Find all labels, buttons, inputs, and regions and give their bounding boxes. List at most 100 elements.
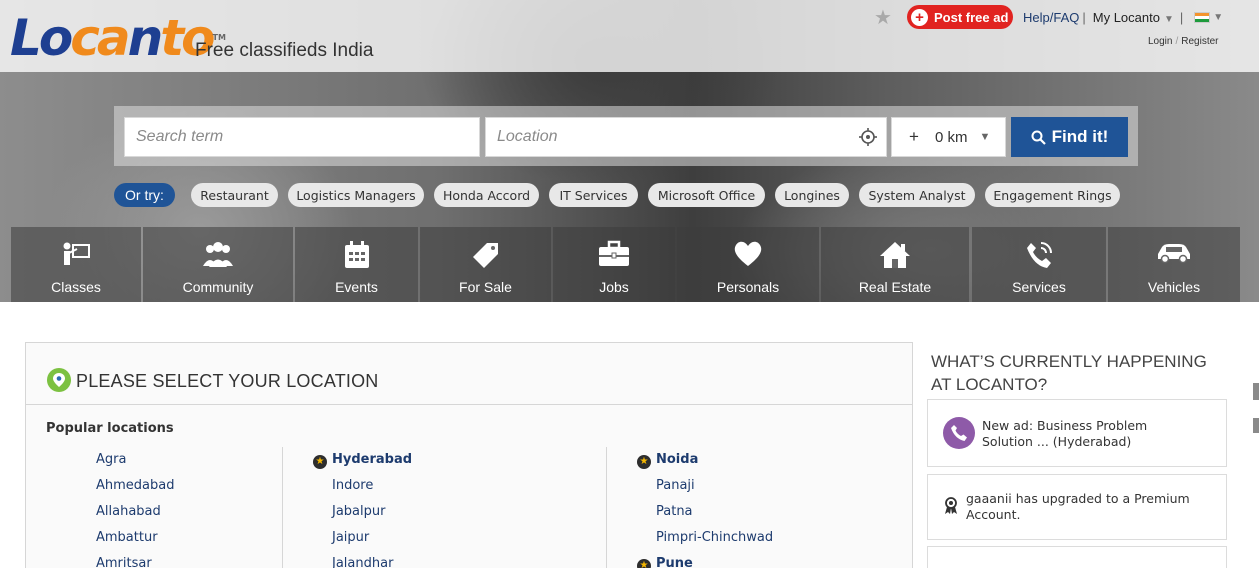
top-links: Help/FAQ | My Locanto ▼ | ▼ xyxy=(1023,10,1223,25)
location-label: Noida xyxy=(656,452,699,467)
category-label: Community xyxy=(182,279,254,295)
locanto-logo[interactable]: LocantoTM xyxy=(10,10,226,66)
car-icon xyxy=(1158,244,1190,264)
tag-icon xyxy=(472,243,498,268)
column-divider xyxy=(282,447,283,568)
suggestion-chip[interactable]: IT Services xyxy=(549,183,638,207)
activity-text: New ad: Business Problem Solution ... (H… xyxy=(982,418,1147,450)
happening-title-line: WHAT’S CURRENTLY HAPPENING xyxy=(931,352,1207,371)
activity-feed-item[interactable] xyxy=(927,546,1227,568)
category-services[interactable]: Services xyxy=(972,227,1106,302)
suggestion-chip[interactable]: Restaurant xyxy=(191,183,278,207)
happening-title-line: AT LOCANTO? xyxy=(931,375,1048,394)
my-locanto-menu[interactable]: My Locanto ▼ xyxy=(1093,10,1174,25)
location-link[interactable]: Jalandhar xyxy=(332,556,393,568)
location-label: Hyderabad xyxy=(332,452,413,467)
radius-select[interactable]: + 0 km ▼ xyxy=(891,117,1006,157)
category-label: Personals xyxy=(716,279,780,295)
star-icon: ★ xyxy=(313,454,327,469)
find-it-button[interactable]: Find it! xyxy=(1011,117,1128,157)
post-free-ad-button[interactable]: + Post free ad xyxy=(907,5,1013,29)
category-jobs[interactable]: Jobs xyxy=(553,227,675,302)
category-real-estate[interactable]: Real Estate xyxy=(821,227,969,302)
suggestion-chip[interactable]: Honda Accord xyxy=(434,183,539,207)
suggestion-chip[interactable]: Microsoft Office xyxy=(648,183,765,207)
activity-text: gaaanii has upgraded to a Premium Accoun… xyxy=(966,491,1190,523)
category-label: Services xyxy=(1012,279,1066,295)
search-term-input[interactable]: Search term xyxy=(124,117,480,157)
hero-banner: LocantoTM Free classifieds India ★ + Pos… xyxy=(0,0,1259,302)
radius-value: 0 km xyxy=(934,128,968,146)
activity-line: gaaanii has upgraded to a Premium xyxy=(966,491,1190,506)
location-link-featured[interactable]: ★ Hyderabad xyxy=(313,452,412,469)
location-link[interactable]: Patna xyxy=(656,504,693,519)
location-link[interactable]: Pimpri-Chinchwad xyxy=(656,530,773,545)
briefcase-icon xyxy=(599,240,629,266)
category-label: Jobs xyxy=(599,279,629,295)
login-link[interactable]: Login xyxy=(1148,36,1172,47)
category-label: Vehicles xyxy=(1147,279,1201,295)
star-icon: ★ xyxy=(637,454,651,469)
location-link-featured[interactable]: ★ Pune xyxy=(637,556,693,568)
favorites-star-icon[interactable]: ★ xyxy=(874,5,892,29)
suggestion-chip[interactable]: Logistics Managers xyxy=(288,183,424,207)
category-classes[interactable]: Classes xyxy=(11,227,141,302)
category-label: Real Estate xyxy=(858,279,932,295)
activity-line: Solution ... (Hyderabad) xyxy=(982,434,1132,449)
location-panel: PLEASE SELECT YOUR LOCATION Popular loca… xyxy=(25,342,913,568)
location-link-featured[interactable]: ★ Noida xyxy=(637,452,698,469)
search-icon xyxy=(1031,130,1046,145)
location-link[interactable]: Jabalpur xyxy=(332,504,385,519)
logo-part: n xyxy=(127,9,164,67)
location-link[interactable]: Amritsar xyxy=(96,556,152,568)
category-label: Events xyxy=(335,279,378,295)
location-link[interactable]: Panaji xyxy=(656,478,695,493)
scrollbar-thumb[interactable] xyxy=(1253,383,1259,400)
activity-feed-item[interactable]: gaaanii has upgraded to a Premium Accoun… xyxy=(927,474,1227,540)
star-icon: ★ xyxy=(637,558,651,568)
location-link[interactable]: Ambattur xyxy=(96,530,158,545)
category-personals[interactable]: Personals xyxy=(677,227,819,302)
activity-line: Account. xyxy=(966,507,1021,522)
location-link[interactable]: Allahabad xyxy=(96,504,161,519)
happening-title: WHAT’S CURRENTLY HAPPENING AT LOCANTO? xyxy=(931,350,1211,396)
post-ad-label: Post free ad xyxy=(934,9,1009,25)
suggestion-chip[interactable]: Engagement Rings xyxy=(985,183,1120,207)
chevron-down-icon: ▼ xyxy=(979,131,991,143)
separator: | xyxy=(1082,10,1086,25)
register-link[interactable]: Register xyxy=(1181,36,1218,47)
premium-badge-icon xyxy=(945,497,957,514)
location-link[interactable]: Indore xyxy=(332,478,373,493)
location-link[interactable]: Agra xyxy=(96,452,126,467)
chevron-down-icon: ▼ xyxy=(1163,14,1174,25)
popular-locations-title: Popular locations xyxy=(46,421,174,436)
category-vehicles[interactable]: Vehicles xyxy=(1108,227,1240,302)
location-label: Pune xyxy=(656,556,693,568)
location-input[interactable]: Location xyxy=(485,117,887,157)
people-icon xyxy=(203,242,233,267)
column-divider xyxy=(606,447,607,568)
crosshair-icon[interactable] xyxy=(859,128,877,146)
category-community[interactable]: Community xyxy=(143,227,293,302)
heart-icon xyxy=(734,241,762,266)
login-register: Login / Register xyxy=(1148,36,1219,47)
location-link[interactable]: Ahmedabad xyxy=(96,478,174,493)
chevron-down-icon[interactable]: ▼ xyxy=(1213,12,1223,23)
or-try-label: Or try: xyxy=(114,183,175,207)
suggestion-chip[interactable]: System Analyst xyxy=(859,183,975,207)
category-label: For Sale xyxy=(459,279,512,295)
separator: / xyxy=(1175,36,1179,47)
activity-feed-item[interactable]: New ad: Business Problem Solution ... (H… xyxy=(927,399,1227,467)
location-pin-icon xyxy=(47,368,71,392)
category-events[interactable]: Events xyxy=(295,227,418,302)
activity-line: New ad: Business Problem xyxy=(982,418,1148,433)
search-term-placeholder: Search term xyxy=(136,128,224,145)
location-link[interactable]: Jaipur xyxy=(332,530,369,545)
help-faq-link[interactable]: Help/FAQ xyxy=(1023,10,1079,25)
india-flag-icon[interactable] xyxy=(1194,12,1211,23)
scrollbar-thumb[interactable] xyxy=(1253,418,1259,433)
suggestion-chip[interactable]: Longines xyxy=(775,183,849,207)
plus-icon: + xyxy=(911,8,928,26)
category-for-sale[interactable]: For Sale xyxy=(420,227,551,302)
my-locanto-label: My Locanto xyxy=(1092,10,1160,25)
